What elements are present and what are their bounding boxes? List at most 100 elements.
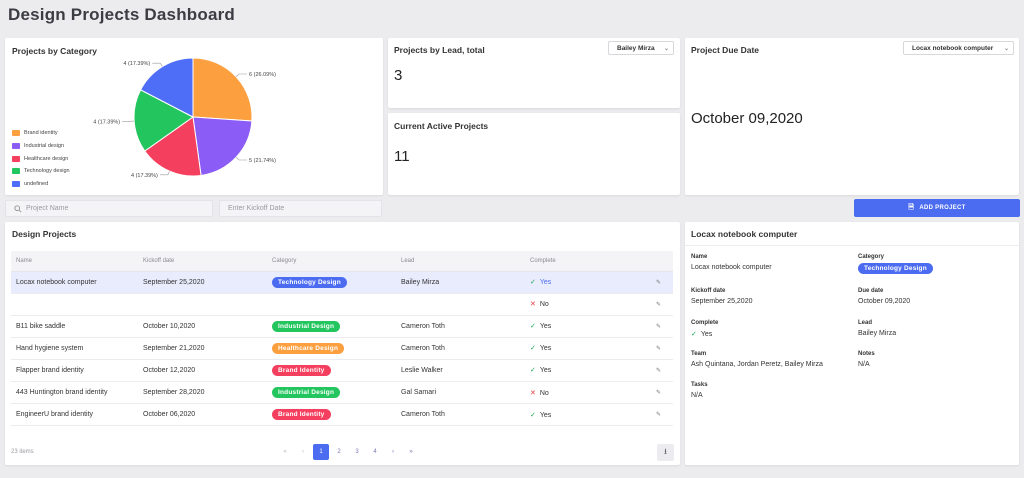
cell-complete: ✓ Yes	[525, 403, 651, 427]
cell-lead: Leslie Walker	[396, 359, 525, 382]
pie-slice[interactable]	[192, 57, 253, 122]
cell-actions: ✎	[651, 403, 673, 427]
check-icon: ✓	[530, 345, 536, 353]
pie-leader-line	[159, 170, 170, 176]
cell-lead: Cameron Toth	[396, 337, 525, 360]
category-badge: Industrial Design	[272, 387, 341, 399]
legend-item[interactable]: undefined	[12, 178, 70, 191]
download-button[interactable]: ⭳	[657, 444, 674, 461]
pie-slice-label: 6 (26.09%)	[249, 72, 276, 78]
complete-value: Yes	[539, 367, 552, 375]
table-row[interactable]: Hand hygiene system September 21,2020 Heal…	[11, 337, 673, 360]
complete-value: Yes	[539, 279, 552, 287]
page-2[interactable]: 2	[330, 449, 348, 455]
pie-leader-line	[235, 73, 248, 77]
complete-value: Yes	[539, 411, 552, 419]
detail-complete-value: Yes	[700, 331, 713, 338]
col-kickoff[interactable]: Kickoff date	[138, 251, 267, 272]
cell-complete: ✕ No	[525, 381, 651, 405]
active-card-title: Current Active Projects	[394, 121, 489, 131]
page-1[interactable]: 1	[313, 444, 329, 460]
edit-icon[interactable]: ✎	[656, 412, 661, 418]
table-title: Design Projects	[12, 229, 77, 239]
legend-item[interactable]: Healthcare design	[12, 152, 70, 165]
category-badge: Healthcare Design	[272, 342, 345, 354]
detail-lead-label: Lead	[858, 320, 873, 326]
edit-icon[interactable]: ✎	[656, 302, 661, 308]
category-badge: Brand Identity	[272, 364, 331, 376]
table-row[interactable]: ✕ No ✎	[11, 293, 673, 316]
cell-actions: ✎	[651, 359, 673, 382]
check-icon: ✓	[530, 279, 536, 287]
kickoff-date-input[interactable]: Enter Kickoff Date	[219, 200, 382, 217]
legend-swatch	[12, 168, 20, 175]
prev-page-icon[interactable]: ‹	[294, 449, 312, 455]
detail-divider	[685, 245, 1019, 246]
pagination: « ‹ 1 2 3 4 › »	[276, 444, 420, 460]
project-select[interactable]: Locax notebook computer ⌄	[903, 41, 1014, 55]
category-badge: Industrial Design	[272, 320, 341, 332]
chevron-down-icon: ⌄	[1003, 46, 1009, 52]
page-4[interactable]: 4	[366, 449, 384, 455]
cell-category	[267, 293, 396, 316]
check-icon: ✓	[530, 367, 536, 375]
complete-value: No	[539, 301, 549, 309]
complete-value: Yes	[539, 323, 552, 331]
table-row[interactable]: Locax notebook computer September 25,2020…	[11, 271, 673, 294]
search-icon	[14, 204, 22, 213]
detail-team-label: Team	[691, 351, 707, 357]
last-page-icon[interactable]: »	[402, 449, 420, 455]
kickoff-date-placeholder: Enter Kickoff Date	[228, 205, 285, 212]
cross-icon: ✕	[530, 389, 536, 397]
first-page-icon[interactable]: «	[276, 449, 294, 455]
legend-swatch	[12, 155, 20, 162]
edit-icon[interactable]: ✎	[656, 346, 661, 352]
page-3[interactable]: 3	[348, 449, 366, 455]
legend-item[interactable]: Industrial design	[12, 140, 70, 153]
next-page-icon[interactable]: ›	[384, 449, 402, 455]
edit-icon[interactable]: ✎	[656, 368, 661, 374]
detail-due-label: Due date	[858, 288, 884, 294]
cell-complete: ✓ Yes	[525, 337, 651, 360]
detail-lead: Bailey Mirza	[858, 330, 897, 337]
table-row[interactable]: Flapper brand identity October 12,2020 Bra…	[11, 359, 673, 382]
col-name[interactable]: Name	[11, 251, 138, 272]
add-project-label: ADD PROJECT	[919, 205, 966, 211]
detail-name-label: Name	[691, 254, 708, 260]
col-lead[interactable]: Lead	[396, 251, 525, 272]
legend-label: Industrial design	[24, 143, 65, 150]
table-row[interactable]: 443 Huntington brand identity September 2…	[11, 381, 673, 405]
cell-lead: Cameron Toth	[396, 315, 525, 338]
pie-slice[interactable]	[192, 116, 253, 177]
edit-icon[interactable]: ✎	[656, 390, 661, 396]
cross-icon: ✕	[530, 301, 536, 309]
cell-complete: ✕ No	[525, 293, 651, 316]
add-project-button[interactable]: 🗎 ADD PROJECT	[854, 199, 1020, 217]
table-row[interactable]: EngineerU brand identity October 06,2020 B…	[11, 403, 673, 427]
col-complete[interactable]: Complete	[525, 251, 651, 272]
edit-icon[interactable]: ✎	[656, 324, 661, 330]
cell-complete: ✓ Yes	[525, 271, 651, 294]
cell-actions: ✎	[651, 381, 673, 405]
table-row[interactable]: B11 bike saddle October 10,2020 Industrial…	[11, 315, 673, 338]
edit-icon[interactable]: ✎	[656, 280, 661, 286]
legend-item[interactable]: Brand identity	[12, 127, 70, 140]
detail-team: Ash Quintana, Jordan Peretz, Bailey Mirz…	[691, 361, 823, 368]
project-detail-card	[685, 222, 1019, 465]
project-select-value: Locax notebook computer	[912, 44, 994, 52]
cell-name: B11 bike saddle	[11, 315, 138, 338]
detail-name: Locax notebook computer	[691, 264, 772, 271]
cell-actions: ✎	[651, 271, 673, 294]
cell-lead: Cameron Toth	[396, 403, 525, 427]
pie-slice-label: 4 (17.39%)	[131, 173, 158, 179]
col-category[interactable]: Category	[267, 251, 396, 272]
legend-item[interactable]: Technology design	[12, 165, 70, 178]
cell-actions: ✎	[651, 315, 673, 338]
due-card-title: Project Due Date	[691, 45, 760, 55]
lead-select[interactable]: Bailey Mirza ⌄	[608, 41, 674, 55]
file-icon: 🗎	[908, 203, 915, 211]
project-name-search[interactable]: Project Name	[5, 200, 213, 217]
cell-complete: ✓ Yes	[525, 315, 651, 338]
pie-slice-label: 4 (17.39%)	[93, 119, 120, 125]
legend-swatch	[12, 130, 20, 137]
